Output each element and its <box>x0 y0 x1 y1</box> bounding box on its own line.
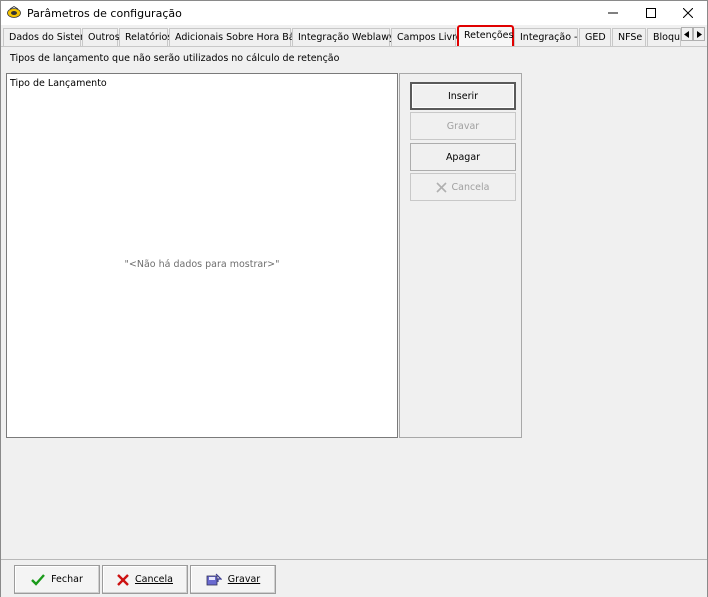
footer-cancel-button[interactable]: Cancela <box>102 565 188 594</box>
cancel-x-icon <box>436 181 448 193</box>
panel-description: Tipos de lançamento que não serão utiliz… <box>10 53 340 64</box>
tab-scroll-left-button[interactable] <box>681 27 693 41</box>
cancel-button-label: Cancela <box>451 181 490 193</box>
insert-button-label: Inserir <box>447 90 479 102</box>
grid-header-tipo-lancamento[interactable]: Tipo de Lançamento <box>10 78 107 89</box>
tab-bloqueio[interactable]: Bloquei <box>647 28 681 46</box>
footer-save-label: Gravar <box>227 574 261 585</box>
red-x-icon <box>117 573 129 586</box>
tab-outros[interactable]: Outros <box>82 28 120 46</box>
tab-adicionais-sobre-hora-basica[interactable]: Adicionais Sobre Hora Básica <box>169 28 313 46</box>
save-button-label: Gravar <box>446 120 480 132</box>
tab-relatorios[interactable]: Relatórios <box>119 28 172 46</box>
footer-close-button[interactable]: Fechar <box>14 565 100 594</box>
launch-type-grid[interactable]: Tipo de Lançamento "<Não há dados para m… <box>6 73 398 438</box>
save-button[interactable]: Gravar <box>410 112 516 140</box>
delete-button[interactable]: Apagar <box>410 143 516 171</box>
close-window-button[interactable] <box>669 1 707 25</box>
window-title: Parâmetros de configuração <box>27 7 182 20</box>
maximize-icon <box>646 8 656 18</box>
tab-retencoes[interactable]: Retenções <box>457 25 514 46</box>
tab-nfse[interactable]: NFSe <box>612 28 646 46</box>
delete-button-label: Apagar <box>445 151 481 163</box>
save-disk-icon <box>206 573 222 587</box>
arrow-left-icon <box>684 30 689 38</box>
maximize-button[interactable] <box>632 1 670 25</box>
app-icon <box>7 6 21 18</box>
tab-integracao-weblawyer[interactable]: Integração Weblawyer <box>292 28 404 46</box>
tab-scroll-right-button[interactable] <box>693 27 705 41</box>
tab-dados-do-sistema[interactable]: Dados do Sistema <box>3 28 95 46</box>
tab-campos-livres[interactable]: Campos Livres <box>391 28 467 46</box>
tab-ged[interactable]: GED <box>579 28 611 46</box>
close-icon <box>683 8 693 18</box>
grid-empty-message: "<Não há dados para mostrar>" <box>124 259 280 270</box>
footer-cancel-label: Cancela <box>134 574 173 585</box>
footer-bar: Fechar Cancela Gravar <box>1 559 707 597</box>
arrow-right-icon <box>697 30 702 38</box>
action-button-panel: Inserir Gravar Apagar Cancela <box>399 73 522 438</box>
checkmark-icon <box>31 573 46 586</box>
cancel-button[interactable]: Cancela <box>410 173 516 201</box>
tab-strip: Dados do Sistema Outros Relatórios Adici… <box>1 25 707 47</box>
insert-button[interactable]: Inserir <box>410 82 516 110</box>
footer-save-button[interactable]: Gravar <box>190 565 276 594</box>
footer-close-label: Fechar <box>51 574 83 585</box>
tab-integracao-tj[interactable]: Integração - TJ <box>514 28 589 46</box>
minimize-icon <box>608 12 618 14</box>
title-bar: Parâmetros de configuração <box>1 1 707 25</box>
config-window: Parâmetros de configuração Dados do Sist… <box>0 0 708 597</box>
minimize-button[interactable] <box>594 1 632 25</box>
